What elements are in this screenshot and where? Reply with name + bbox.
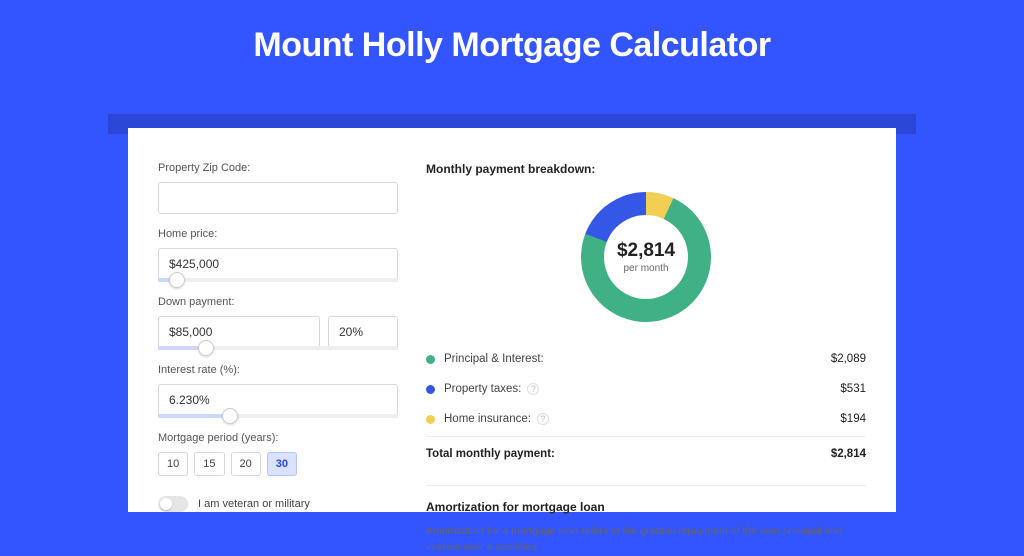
donut-total: $2,814 bbox=[617, 240, 675, 262]
rate-label: Interest rate (%): bbox=[158, 364, 398, 376]
legend-value: $194 bbox=[840, 413, 866, 425]
legend-total: Total monthly payment: $2,814 bbox=[426, 436, 866, 469]
legend-value: $2,814 bbox=[831, 448, 866, 460]
price-label: Home price: bbox=[158, 228, 398, 240]
page-title: Mount Holly Mortgage Calculator bbox=[0, 0, 1024, 79]
veteran-label: I am veteran or military bbox=[198, 498, 310, 510]
veteran-toggle[interactable] bbox=[158, 496, 188, 512]
price-slider[interactable] bbox=[158, 278, 398, 282]
zip-input[interactable] bbox=[158, 182, 398, 214]
dot-icon bbox=[426, 415, 435, 424]
breakdown-title: Monthly payment breakdown: bbox=[426, 152, 866, 190]
period-label: Mortgage period (years): bbox=[158, 432, 398, 444]
zip-label: Property Zip Code: bbox=[158, 162, 398, 174]
payment-donut-chart: $2,814 per month bbox=[581, 192, 711, 322]
down-amount-input[interactable] bbox=[158, 316, 320, 348]
legend-label: Total monthly payment: bbox=[426, 448, 555, 460]
legend-value: $2,089 bbox=[831, 353, 866, 365]
amortization-section: Amortization for mortgage loan Amortizat… bbox=[426, 485, 866, 556]
info-icon[interactable]: ? bbox=[537, 413, 549, 425]
period-options: 10 15 20 30 bbox=[158, 452, 398, 476]
rate-input[interactable] bbox=[158, 384, 398, 416]
donut-sub: per month bbox=[623, 263, 668, 274]
breakdown-column: Monthly payment breakdown: $2,814 per mo… bbox=[426, 152, 866, 512]
rate-slider-thumb[interactable] bbox=[222, 408, 238, 424]
legend-label: Property taxes: bbox=[444, 383, 521, 395]
down-slider[interactable] bbox=[158, 346, 398, 350]
legend-value: $531 bbox=[840, 383, 866, 395]
calculator-card: Property Zip Code: Home price: Down paym… bbox=[128, 128, 896, 512]
price-input[interactable] bbox=[158, 248, 398, 280]
legend-label: Principal & Interest: bbox=[444, 353, 544, 365]
breakdown-legend: Principal & Interest: $2,089 Property ta… bbox=[426, 336, 866, 469]
inputs-column: Property Zip Code: Home price: Down paym… bbox=[158, 152, 398, 512]
price-slider-thumb[interactable] bbox=[169, 272, 185, 288]
amortization-text: Amortization for a mortgage loan refers … bbox=[426, 524, 866, 556]
period-option-20[interactable]: 20 bbox=[231, 452, 261, 476]
legend-insurance: Home insurance: ? $194 bbox=[426, 404, 866, 434]
legend-label: Home insurance: bbox=[444, 413, 531, 425]
down-slider-thumb[interactable] bbox=[198, 340, 214, 356]
legend-principal: Principal & Interest: $2,089 bbox=[426, 344, 866, 374]
info-icon[interactable]: ? bbox=[527, 383, 539, 395]
legend-taxes: Property taxes: ? $531 bbox=[426, 374, 866, 404]
rate-slider[interactable] bbox=[158, 414, 398, 418]
dot-icon bbox=[426, 355, 435, 364]
period-option-30[interactable]: 30 bbox=[267, 452, 297, 476]
down-pct-input[interactable] bbox=[328, 316, 398, 348]
period-option-15[interactable]: 15 bbox=[194, 452, 224, 476]
down-label: Down payment: bbox=[158, 296, 398, 308]
dot-icon bbox=[426, 385, 435, 394]
period-option-10[interactable]: 10 bbox=[158, 452, 188, 476]
